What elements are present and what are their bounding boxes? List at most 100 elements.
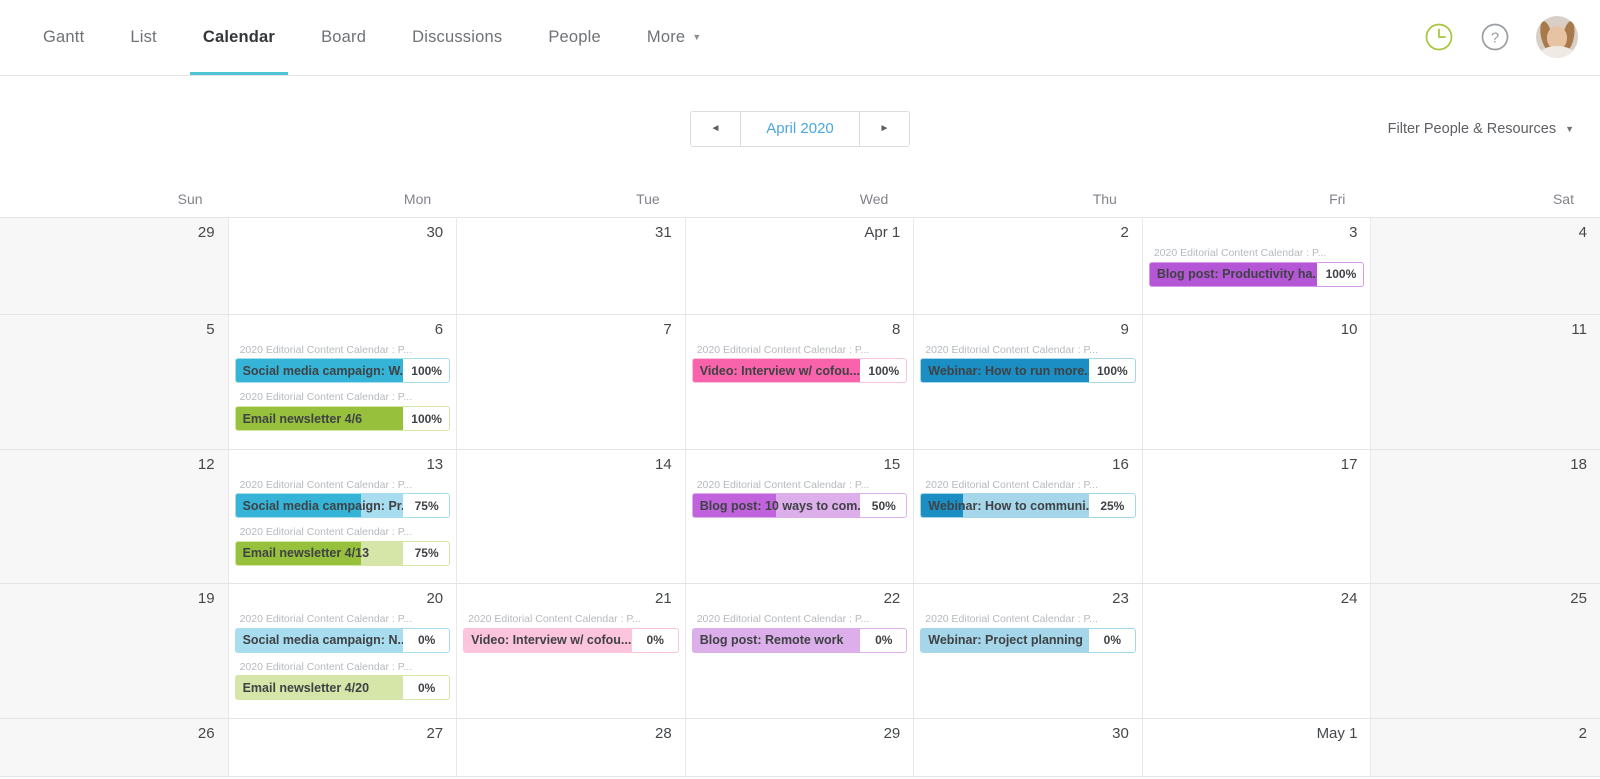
day-cell[interactable]: 62020 Editorial Content Calendar : P...S…: [229, 315, 458, 449]
day-cell[interactable]: 16 2020 Editorial Content Calendar : P...…: [914, 450, 1143, 584]
event-bar[interactable]: Social media campaign: N...0%: [235, 628, 451, 653]
day-cell[interactable]: 17: [1143, 450, 1372, 584]
event-bar[interactable]: Video: Interview w/ cofou...0%: [463, 628, 679, 653]
event-progress-percent: 0%: [403, 629, 449, 652]
event-bar[interactable]: Webinar: Project planning0%: [920, 628, 1136, 653]
day-events: 2020 Editorial Content Calendar : P...Bl…: [1143, 247, 1371, 287]
day-cell[interactable]: 10: [1143, 315, 1372, 449]
day-cell[interactable]: 14: [457, 450, 686, 584]
day-number: 22: [686, 591, 914, 606]
event-title: Video: Interview w/ cofou...: [693, 364, 861, 378]
day-cell[interactable]: 24: [1143, 584, 1372, 718]
tab-label: People: [548, 28, 601, 47]
event-progress-percent: 100%: [403, 407, 449, 430]
day-cell[interactable]: 27: [229, 719, 458, 776]
tab-people[interactable]: People: [525, 0, 624, 75]
event-bar[interactable]: Webinar: How to communi...25%: [920, 493, 1136, 518]
day-cell[interactable]: Apr 1: [686, 218, 915, 314]
day-number: 26: [0, 726, 228, 741]
day-cell[interactable]: 28: [457, 719, 686, 776]
event-progress-percent: 0%: [632, 629, 678, 652]
tab-discussions[interactable]: Discussions: [389, 0, 525, 75]
event-title-area: Email newsletter 4/13: [236, 542, 404, 565]
day-cell[interactable]: 202020 Editorial Content Calendar : P...…: [229, 584, 458, 718]
day-cell[interactable]: 5: [0, 315, 229, 449]
day-cell[interactable]: 222020 Editorial Content Calendar : P...…: [686, 584, 915, 718]
event-title: Email newsletter 4/13: [236, 546, 374, 560]
help-icon[interactable]: ?: [1480, 22, 1510, 52]
day-number: 25: [1371, 591, 1600, 606]
calendar-event: 2020 Editorial Content Calendar : P...We…: [920, 479, 1136, 519]
calendar-week-row: 12132020 Editorial Content Calendar : P.…: [0, 450, 1600, 585]
weekday-thu: Thu: [914, 181, 1143, 217]
event-title-area: Webinar: How to run more...: [921, 359, 1089, 382]
event-title: Webinar: How to run more...: [921, 364, 1089, 378]
day-cell[interactable]: 30: [914, 719, 1143, 776]
day-cell[interactable]: 32020 Editorial Content Calendar : P...B…: [1143, 218, 1372, 314]
day-number: 17: [1143, 457, 1371, 472]
day-cell[interactable]: 8 2020 Editorial Content Calendar : P...V…: [686, 315, 915, 449]
event-project-label: 2020 Editorial Content Calendar : P...: [235, 479, 451, 492]
day-cell[interactable]: 18: [1371, 450, 1600, 584]
day-cell[interactable]: 152020 Editorial Content Calendar : P...…: [686, 450, 915, 584]
day-cell[interactable]: 30: [229, 218, 458, 314]
day-number: 16: [914, 457, 1142, 472]
prev-month-button[interactable]: ◄: [691, 112, 741, 146]
calendar-week-row: 293031Apr 1232020 Editorial Content Cale…: [0, 218, 1600, 315]
tab-more[interactable]: More▼: [624, 0, 725, 75]
next-month-button[interactable]: ►: [859, 112, 909, 146]
event-progress-percent: 25%: [1089, 494, 1135, 517]
day-cell[interactable]: 12: [0, 450, 229, 584]
tab-label: Gantt: [43, 28, 84, 47]
event-bar[interactable]: Social media campaign: W...100%: [235, 358, 451, 383]
weekday-tue: Tue: [457, 181, 686, 217]
day-cell[interactable]: 132020 Editorial Content Calendar : P...…: [229, 450, 458, 584]
event-title: Webinar: Project planning: [921, 633, 1088, 647]
day-cell[interactable]: 29: [686, 719, 915, 776]
day-cell[interactable]: 92020 Editorial Content Calendar : P...W…: [914, 315, 1143, 449]
day-cell[interactable]: 26: [0, 719, 229, 776]
event-progress-percent: 75%: [403, 494, 449, 517]
event-bar[interactable]: Blog post: 10 ways to com...50%: [692, 493, 908, 518]
event-bar[interactable]: Social media campaign: Pr...75%: [235, 493, 451, 518]
tab-board[interactable]: Board: [298, 0, 389, 75]
day-cell[interactable]: 29: [0, 218, 229, 314]
event-bar[interactable]: Blog post: Remote work0%: [692, 628, 908, 653]
event-project-label: 2020 Editorial Content Calendar : P...: [920, 613, 1136, 626]
user-avatar[interactable]: [1536, 16, 1578, 58]
event-bar[interactable]: Email newsletter 4/6 100%: [235, 406, 451, 431]
clock-icon[interactable]: [1424, 22, 1454, 52]
day-cell[interactable]: 23 2020 Editorial Content Calendar : P...…: [914, 584, 1143, 718]
event-title: Email newsletter 4/6: [236, 412, 368, 426]
calendar-week-row: 2627282930May 12: [0, 719, 1600, 777]
day-number: 23: [914, 591, 1142, 606]
event-bar[interactable]: Email newsletter 4/200%: [235, 675, 451, 700]
event-bar[interactable]: Email newsletter 4/1375%: [235, 541, 451, 566]
tab-list[interactable]: List: [107, 0, 179, 75]
day-cell[interactable]: 25: [1371, 584, 1600, 718]
day-cell[interactable]: May 1: [1143, 719, 1372, 776]
day-number: 8: [686, 322, 914, 337]
day-cell[interactable]: 2: [914, 218, 1143, 314]
event-title-area: Social media campaign: Pr...: [236, 494, 404, 517]
day-cell[interactable]: 212020 Editorial Content Calendar : P...…: [457, 584, 686, 718]
tab-gantt[interactable]: Gantt: [20, 0, 107, 75]
tab-calendar[interactable]: Calendar: [180, 0, 298, 75]
day-cell[interactable]: 19: [0, 584, 229, 718]
day-cell[interactable]: 2: [1371, 719, 1600, 776]
day-cell[interactable]: 11: [1371, 315, 1600, 449]
current-month-label[interactable]: April 2020: [741, 112, 859, 146]
chevron-down-icon: ▼: [692, 32, 701, 42]
day-cell[interactable]: 7: [457, 315, 686, 449]
event-project-label: 2020 Editorial Content Calendar : P...: [235, 661, 451, 674]
event-bar[interactable]: Blog post: Productivity ha...100%: [1149, 262, 1365, 287]
event-bar[interactable]: Video: Interview w/ cofou...100%: [692, 358, 908, 383]
day-cell[interactable]: 31: [457, 218, 686, 314]
filter-label: Filter People & Resources: [1388, 121, 1556, 137]
event-bar[interactable]: Webinar: How to run more...100%: [920, 358, 1136, 383]
event-project-label: 2020 Editorial Content Calendar : P...: [235, 391, 451, 404]
day-events: 2020 Editorial Content Calendar : P...Vi…: [686, 344, 914, 384]
day-cell[interactable]: 4: [1371, 218, 1600, 314]
event-title-area: Video: Interview w/ cofou...: [693, 359, 861, 382]
filter-people-resources-dropdown[interactable]: Filter People & Resources ▼: [1388, 121, 1574, 137]
